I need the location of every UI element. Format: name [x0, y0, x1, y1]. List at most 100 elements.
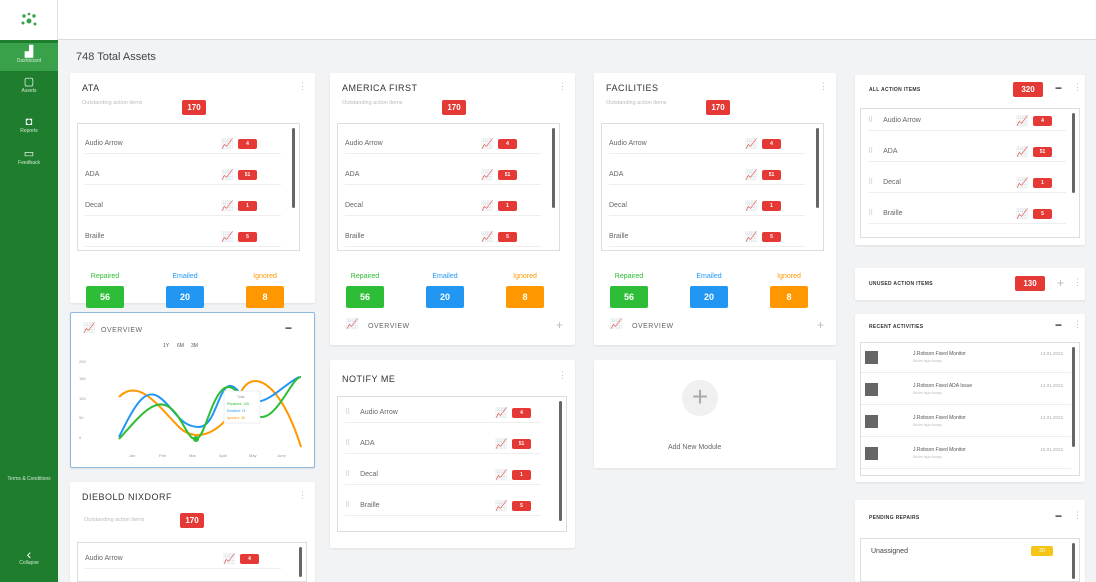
trend-icon[interactable]: 📈	[221, 135, 233, 155]
activity-item[interactable]: J.Robson Fixed ADA Issue hours ago today…	[861, 378, 1071, 405]
add-button[interactable]: +	[1057, 276, 1064, 290]
scrollbar[interactable]	[292, 128, 295, 208]
scrollbar[interactable]	[1072, 113, 1075, 193]
expand-button[interactable]: +	[817, 318, 824, 332]
trend-icon[interactable]: 📈	[495, 466, 507, 486]
emailed-count[interactable]: 20	[426, 286, 464, 308]
more-icon[interactable]: ⋮	[558, 81, 567, 92]
list-row[interactable]: Audio Arrow 📈 4	[85, 549, 281, 569]
row-label: Decal	[85, 202, 103, 209]
emailed-count[interactable]: 20	[690, 286, 728, 308]
list-row[interactable]: Braille 📈 5	[85, 227, 281, 247]
trend-icon[interactable]: 📈	[481, 135, 493, 155]
trend-icon[interactable]: 📈	[745, 135, 757, 155]
row-label: ADA	[883, 148, 898, 155]
repaired-count[interactable]: 56	[346, 286, 384, 308]
list-row[interactable]: ⠿ Audio Arrow 📈 4	[345, 403, 541, 423]
list-row[interactable]: ⠿ Braille 📈 5	[868, 204, 1066, 224]
scrollbar[interactable]	[1072, 347, 1075, 447]
scrollbar[interactable]	[1072, 543, 1075, 579]
drag-handle-icon[interactable]: ⠿	[345, 409, 350, 416]
minimize-button[interactable]: −	[285, 321, 292, 335]
more-icon[interactable]: ⋮	[1073, 510, 1082, 521]
more-icon[interactable]: ⋮	[1073, 277, 1082, 288]
scrollbar[interactable]	[816, 128, 819, 208]
drag-handle-icon[interactable]: ⠿	[345, 502, 350, 509]
drag-handle-icon[interactable]: ⠿	[345, 471, 350, 478]
more-icon[interactable]: ⋮	[298, 490, 307, 501]
expand-button[interactable]: +	[556, 318, 563, 332]
nav-feedback[interactable]: ▭ Feedback	[0, 148, 58, 167]
more-icon[interactable]: ⋮	[1073, 319, 1082, 330]
drag-handle-icon[interactable]: ⠿	[868, 179, 873, 186]
minimize-button[interactable]: −	[1055, 318, 1062, 332]
more-icon[interactable]: ⋮	[1073, 82, 1082, 93]
list-row[interactable]: Audio Arrow 📈 4	[85, 134, 281, 154]
trend-icon[interactable]: 📈	[481, 228, 493, 248]
more-icon[interactable]: ⋮	[558, 370, 567, 381]
nav-assets[interactable]: ▢ Assets	[0, 76, 58, 95]
trend-icon[interactable]: 📈	[1016, 143, 1028, 163]
scrollbar[interactable]	[559, 401, 562, 521]
collapse-button[interactable]: ‹ Collapse	[0, 547, 58, 567]
list-row[interactable]: ⠿ Audio Arrow 📈 4	[868, 111, 1066, 131]
minimize-button[interactable]: −	[1055, 509, 1062, 523]
list-row[interactable]: ⠿ Decal 📈 1	[868, 173, 1066, 193]
minimize-button[interactable]: −	[1055, 81, 1062, 95]
trend-icon[interactable]: 📈	[495, 435, 507, 455]
ignored-count[interactable]: 8	[770, 286, 808, 308]
drag-handle-icon[interactable]: ⠿	[868, 210, 873, 217]
nav-reports[interactable]: ◘ Reports	[0, 116, 58, 135]
trend-icon[interactable]: 📈	[1016, 112, 1028, 132]
scrollbar[interactable]	[552, 128, 555, 208]
list-row[interactable]: Decal 📈 1	[345, 196, 541, 216]
trend-icon[interactable]: 📈	[221, 228, 233, 248]
activity-item[interactable]: J.Robson Fixed Monitor hours ago today 1…	[861, 410, 1071, 437]
emailed-count[interactable]: 20	[166, 286, 204, 308]
drag-handle-icon[interactable]: ⠿	[868, 148, 873, 155]
list-row[interactable]: ADA 📈 51	[609, 165, 805, 185]
nav-dashboard[interactable]: ▟ Dashboard	[0, 43, 58, 71]
terms-link[interactable]: Terms & Conditions	[0, 476, 58, 483]
app-logo[interactable]	[0, 0, 58, 40]
trend-icon[interactable]: 📈	[745, 197, 757, 217]
trend-icon[interactable]: 📈	[223, 550, 235, 570]
trend-icon[interactable]: 📈	[495, 404, 507, 424]
list-row[interactable]: ADA 📈 51	[85, 165, 281, 185]
list-row[interactable]: Braille 📈 5	[345, 227, 541, 247]
trend-icon[interactable]: 📈	[745, 166, 757, 186]
list-row[interactable]: Braille 📈 5	[609, 227, 805, 247]
trend-icon[interactable]: 📈	[221, 197, 233, 217]
repaired-count[interactable]: 56	[610, 286, 648, 308]
ignored-count[interactable]: 8	[506, 286, 544, 308]
drag-handle-icon[interactable]: ⠿	[868, 117, 873, 124]
ignored-count[interactable]: 8	[246, 286, 284, 308]
list-row[interactable]: ⠿ ADA 📈 51	[868, 142, 1066, 162]
list-row[interactable]: Audio Arrow 📈 4	[345, 134, 541, 154]
activity-item[interactable]: J.Robson Fixed Monitor hours ago today 1…	[861, 442, 1071, 469]
list-row[interactable]: ⠿ Decal 📈 1	[345, 465, 541, 485]
trend-icon[interactable]: 📈	[495, 497, 507, 517]
list-row[interactable]: ⠿ Braille 📈 5	[345, 496, 541, 516]
list-row[interactable]: Audio Arrow 📈 4	[609, 134, 805, 154]
list-row[interactable]: ADA 📈 51	[345, 165, 541, 185]
trend-icon[interactable]: 📈	[1016, 174, 1028, 194]
trend-icon[interactable]: 📈	[221, 166, 233, 186]
list-row[interactable]: ⠿ ADA 📈 51	[345, 434, 541, 454]
row-label: Braille	[360, 502, 380, 509]
trend-icon[interactable]: 📈	[1016, 205, 1028, 225]
add-icon[interactable]: +	[682, 380, 718, 416]
trend-icon[interactable]: 📈	[745, 228, 757, 248]
list-row[interactable]: Decal 📈 1	[609, 196, 805, 216]
trend-icon[interactable]: 📈	[481, 197, 493, 217]
repaired-count[interactable]: 56	[86, 286, 124, 308]
drag-handle-icon[interactable]: ⠿	[345, 440, 350, 447]
scrollbar[interactable]	[299, 547, 302, 577]
more-icon[interactable]: ⋮	[298, 81, 307, 92]
activity-item[interactable]: J.Robson Fixed Monitor hours ago today 1…	[861, 346, 1071, 373]
trend-icon[interactable]: 📈	[481, 166, 493, 186]
add-module-card[interactable]: + Add New Module	[594, 360, 836, 468]
recent-list: J.Robson Fixed Monitor hours ago today 1…	[860, 342, 1080, 476]
list-row[interactable]: Decal 📈 1	[85, 196, 281, 216]
more-icon[interactable]: ⋮	[819, 81, 828, 92]
